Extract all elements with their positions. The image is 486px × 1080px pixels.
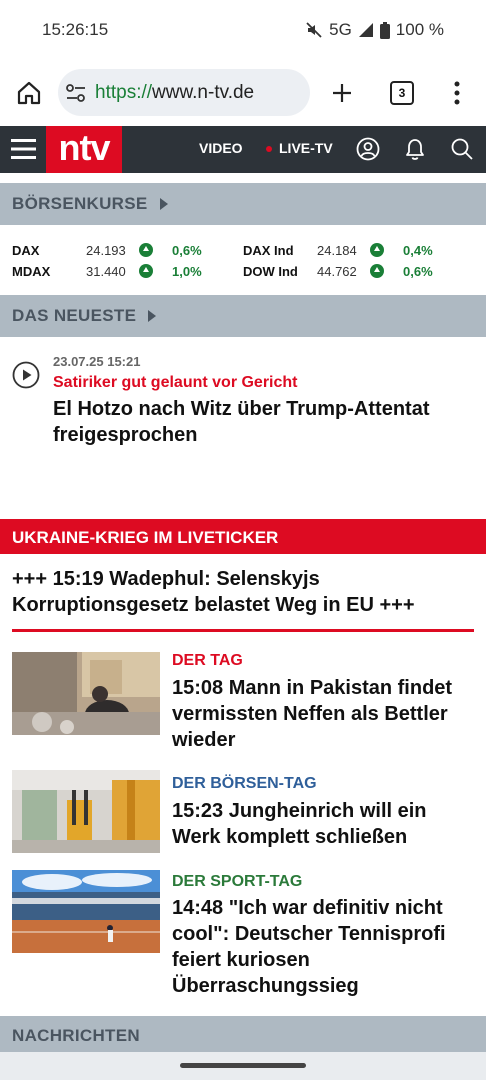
liveticker-title: UKRAINE-KRIEG IM LIVETICKER xyxy=(12,528,279,547)
stock-value: 44.762 xyxy=(317,264,357,279)
article-image[interactable] xyxy=(12,770,160,853)
news-headline-line[interactable]: El Hotzo nach Witz über Trump-Attentat xyxy=(53,398,429,421)
hamburger-menu-icon[interactable] xyxy=(11,138,36,160)
article-image[interactable] xyxy=(12,870,160,953)
url-text[interactable]: https://www.n-tv.de xyxy=(95,82,254,104)
url-scheme: https:// xyxy=(95,82,153,103)
stock-name[interactable]: MDAX xyxy=(12,264,50,279)
chevron-right-icon xyxy=(160,198,168,210)
neueste-header[interactable]: DAS NEUESTE xyxy=(0,295,486,337)
liveticker-headline-line[interactable]: Korruptionsgesetz belastet Weg in EU +++ xyxy=(12,594,415,617)
article-headline-line[interactable]: feiert kuriosen xyxy=(172,949,310,972)
article-image[interactable] xyxy=(12,652,160,735)
stock-change: 0,4% xyxy=(403,243,433,258)
stock-name[interactable]: DAX Ind xyxy=(243,243,294,258)
boersenkurse-title: BÖRSENKURSE xyxy=(12,194,148,213)
news-headline-line[interactable]: freigesprochen xyxy=(53,424,197,447)
status-bar: 15:26:15 5G 100 % xyxy=(0,0,486,60)
nachrichten-header[interactable]: NACHRICHTEN xyxy=(0,1016,486,1056)
article-headline-line[interactable]: wieder xyxy=(172,729,235,752)
status-icons: 5G 100 % xyxy=(305,20,444,40)
stock-value: 24.184 xyxy=(317,243,357,258)
arrow-up-icon xyxy=(370,264,384,278)
battery-level: 100 % xyxy=(395,20,444,39)
stock-change: 0,6% xyxy=(403,264,433,279)
search-icon[interactable] xyxy=(450,137,474,161)
arrow-up-icon xyxy=(139,243,153,257)
neueste-title: DAS NEUESTE xyxy=(12,306,137,325)
liveticker-header[interactable]: UKRAINE-KRIEG IM LIVETICKER xyxy=(0,519,486,554)
article-headline-line[interactable]: 15:08 Mann in Pakistan findet xyxy=(172,677,452,700)
liveticker-divider xyxy=(12,629,474,632)
nav-livetv-link[interactable]: LIVE-TV xyxy=(279,140,333,156)
signal-icon xyxy=(358,23,373,37)
article-headline-line[interactable]: 15:23 Jungheinrich will ein xyxy=(172,800,427,823)
boersenkurse-header[interactable]: BÖRSENKURSE xyxy=(0,183,486,225)
liveticker-headline-line[interactable]: +++ 15:19 Wadephul: Selenskyjs xyxy=(12,568,320,591)
article-headline-line[interactable]: 14:48 "Ich war definitiv nicht xyxy=(172,897,443,920)
notification-bell-icon[interactable] xyxy=(403,136,427,162)
ntv-logo[interactable]: ntv xyxy=(46,126,122,173)
stock-name[interactable]: DOW Ind xyxy=(243,264,298,279)
network-label: 5G xyxy=(329,20,352,39)
stock-change: 0,6% xyxy=(172,243,202,258)
home-icon[interactable] xyxy=(16,80,42,106)
article-headline-line[interactable]: Überraschungssieg xyxy=(172,975,359,998)
chevron-right-icon xyxy=(148,310,156,322)
url-host: www.n-tv.de xyxy=(152,82,255,103)
new-tab-icon[interactable] xyxy=(331,82,353,104)
article-headline-line[interactable]: Werk komplett schließen xyxy=(172,826,407,849)
gesture-handle[interactable] xyxy=(180,1063,306,1068)
stock-change: 1,0% xyxy=(172,264,202,279)
tab-switcher-button[interactable]: 3 xyxy=(390,81,414,105)
article-kicker[interactable]: DER BÖRSEN-TAG xyxy=(172,775,317,793)
battery-icon xyxy=(379,21,390,39)
nachrichten-title: NACHRICHTEN xyxy=(12,1026,140,1045)
mute-icon xyxy=(306,22,322,38)
account-icon[interactable] xyxy=(356,137,380,161)
play-video-icon[interactable] xyxy=(12,361,40,389)
article-headline-line[interactable]: cool": Deutscher Tennisprofi xyxy=(172,923,446,946)
site-settings-icon[interactable] xyxy=(66,84,86,102)
arrow-up-icon xyxy=(370,243,384,257)
news-kicker[interactable]: Satiriker gut gelaunt vor Gericht xyxy=(53,374,298,392)
stock-value: 24.193 xyxy=(86,243,126,258)
stock-name[interactable]: DAX xyxy=(12,243,39,258)
status-time: 15:26:15 xyxy=(42,20,109,39)
article-kicker[interactable]: DER TAG xyxy=(172,652,243,670)
news-timestamp: 23.07.25 15:21 xyxy=(53,354,141,369)
stock-value: 31.440 xyxy=(86,264,126,279)
article-kicker[interactable]: DER SPORT-TAG xyxy=(172,873,302,891)
arrow-up-icon xyxy=(139,264,153,278)
article-headline-line[interactable]: vermissten Neffen als Bettler xyxy=(172,703,448,726)
nav-video-link[interactable]: VIDEO xyxy=(199,140,243,156)
more-menu-icon[interactable] xyxy=(452,81,462,105)
live-indicator-dot xyxy=(266,146,272,152)
